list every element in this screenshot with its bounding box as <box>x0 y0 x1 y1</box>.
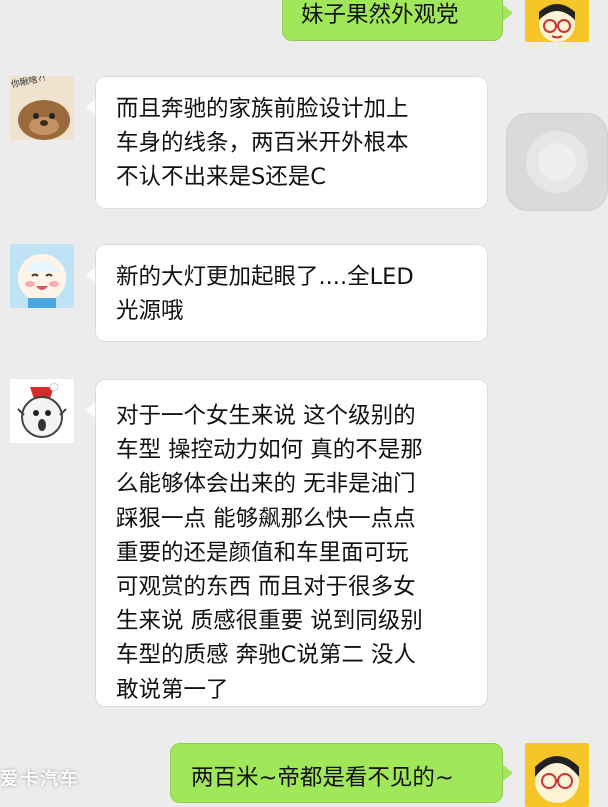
contact-avatar[interactable]: 你瞅啥?! <box>10 76 74 140</box>
contact-avatar[interactable] <box>10 244 74 308</box>
my-avatar[interactable] <box>525 743 589 807</box>
message-bubble[interactable]: 而且奔驰的家族前脸设计加上 车身的线条，两百米开外根本 不认不出来是S还是C <box>95 76 488 209</box>
message-bubble[interactable]: 新的大灯更加起眼了....全LED 光源哦 <box>95 244 488 342</box>
chat-window: 妹子果然外观党 你瞅啥?! 而且奔驰的家族前脸设计加上 车身的线条，两百米开外根… <box>0 0 608 807</box>
my-avatar[interactable] <box>525 0 589 42</box>
watermark-text: 爱卡汽车 <box>0 769 80 790</box>
floating-assistive-button[interactable] <box>506 113 608 211</box>
bubble-tail <box>502 764 513 782</box>
message-bubble[interactable]: 妹子果然外观党 <box>282 0 503 41</box>
contact-avatar[interactable] <box>10 379 74 443</box>
message-bubble[interactable]: 两百米~帝都是看不见的~ <box>170 743 503 803</box>
message-bubble[interactable]: 对于一个女生来说 这个级别的 车型 操控动力如何 真的不是那 么能够体会出来的 … <box>95 379 488 707</box>
bubble-tail <box>502 4 513 22</box>
